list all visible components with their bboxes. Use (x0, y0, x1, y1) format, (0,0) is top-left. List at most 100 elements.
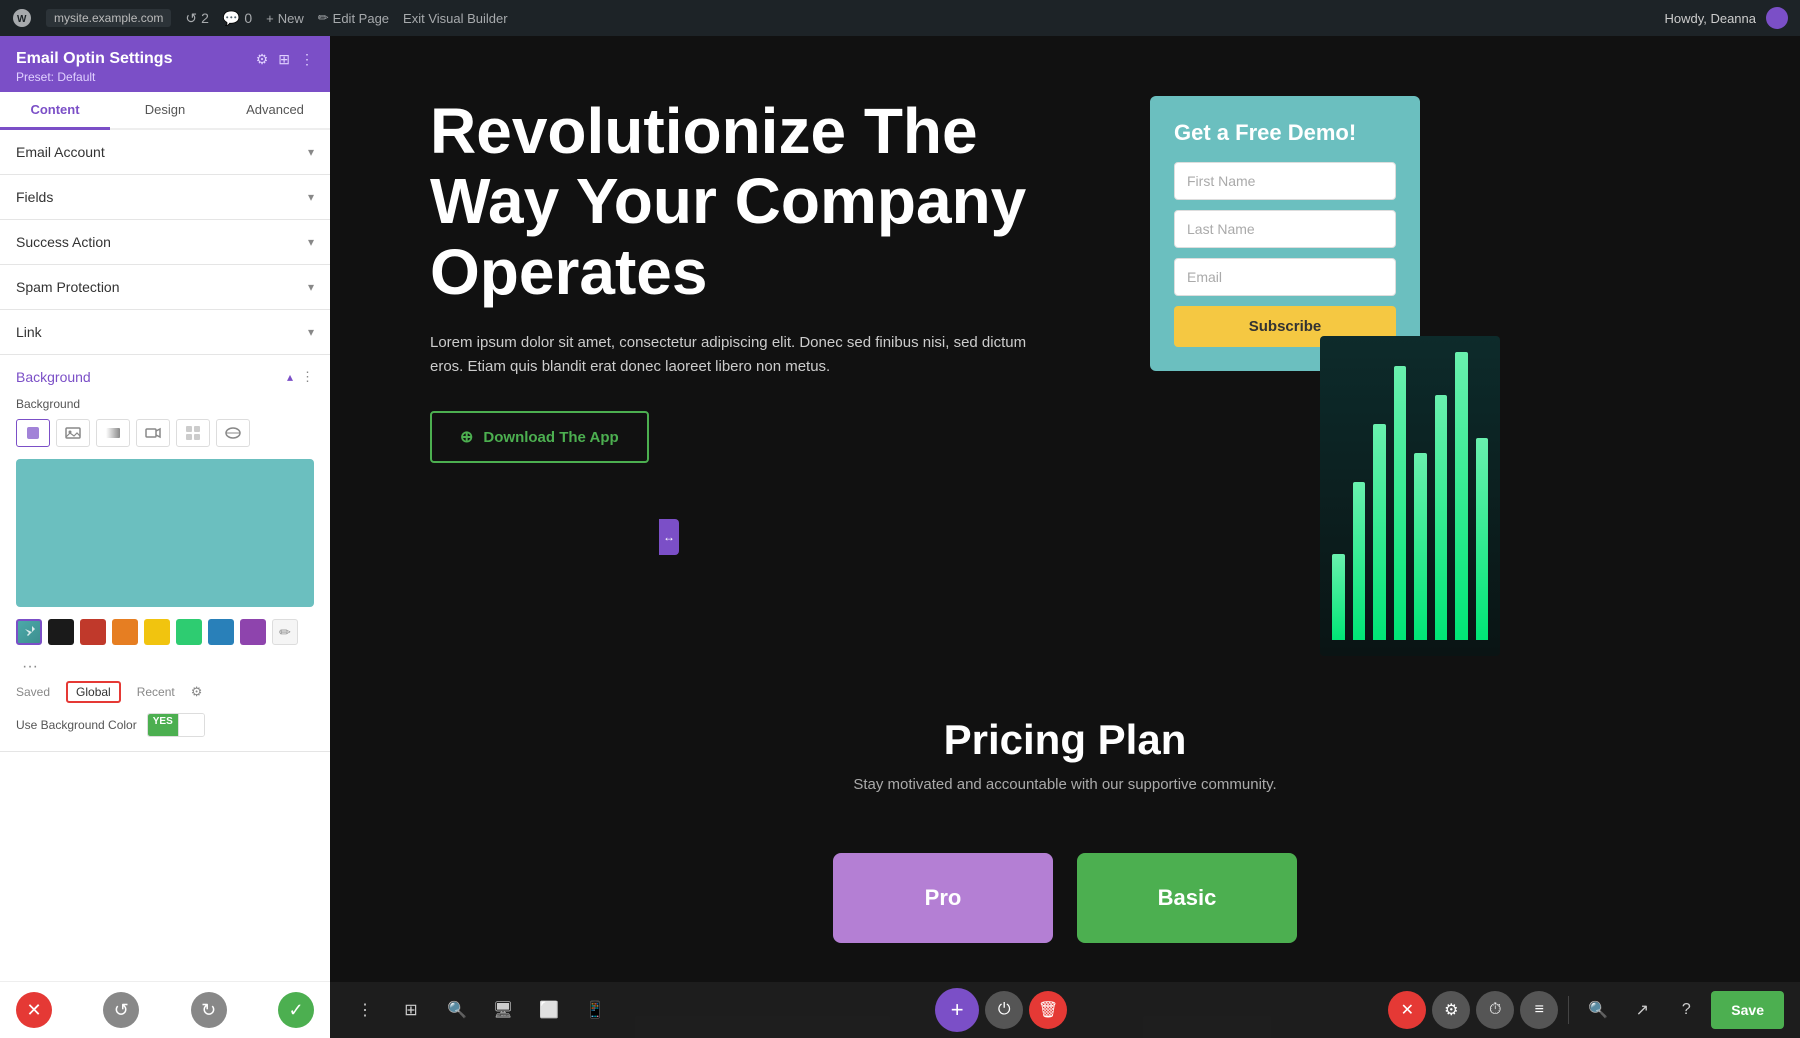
swatch-green[interactable] (176, 619, 202, 645)
bg-type-mask-icon[interactable] (216, 419, 250, 447)
video-icon (145, 425, 161, 441)
color-tabs: Saved Global Recent ⚙ (16, 681, 314, 703)
bg-type-color-icon[interactable] (16, 419, 50, 447)
main-layout: Email Optin Settings ⚙ ⊞ ⋮ Preset: Defau… (0, 36, 1800, 1038)
section-spam-protection: Spam Protection ▾ (0, 265, 330, 310)
color-more-button[interactable]: ··· (16, 653, 44, 681)
use-bg-color-toggle[interactable]: YES (147, 713, 205, 737)
svg-text:W: W (17, 14, 27, 25)
exit-builder-label: Exit Visual Builder (403, 11, 508, 26)
undo-panel-button[interactable]: ↺ (103, 992, 139, 1028)
hero-button-label: Download The App (483, 429, 618, 446)
tab-advanced[interactable]: Advanced (220, 92, 330, 130)
hero-title: Revolutionize The Way Your Company Opera… (430, 96, 1110, 307)
section-email-account-header[interactable]: Email Account ▾ (16, 144, 314, 160)
toolbar-dots-button[interactable]: ⋮ (346, 991, 384, 1029)
color-settings-icon[interactable]: ⚙ (191, 684, 203, 700)
toolbar-layers-button[interactable]: ≡ (1520, 991, 1558, 1029)
first-name-input[interactable] (1174, 162, 1396, 200)
color-tab-saved[interactable]: Saved (16, 685, 50, 699)
search-icon: 🔍 (447, 1000, 467, 1020)
toolbar-trash-button[interactable]: 🗑 (1029, 991, 1067, 1029)
mask-icon (225, 425, 241, 441)
last-name-input[interactable] (1174, 210, 1396, 248)
chart-bar-5 (1414, 453, 1427, 640)
toggle-color-swatch[interactable] (178, 714, 204, 736)
section-link-header[interactable]: Link ▾ (16, 324, 314, 340)
toolbar-history-button[interactable]: ⏱ (1476, 991, 1514, 1029)
email-input[interactable] (1174, 258, 1396, 296)
swatch-black[interactable] (48, 619, 74, 645)
panel-more-icon[interactable]: ⋮ (300, 51, 314, 68)
right-area: ↔ Revolutionize The Way Your Company Ope… (330, 36, 1800, 1038)
custom-color-icon[interactable]: ✏ (272, 619, 298, 645)
builder-toolbar: ⋮ ⊞ 🔍 🖥 ⬜ 📱 + (330, 982, 1800, 1038)
bg-type-gradient-icon[interactable] (96, 419, 130, 447)
bg-type-icons (16, 419, 314, 447)
eyedropper-icon[interactable] (16, 619, 42, 645)
toolbar-desktop-button[interactable]: 🖥 (484, 991, 522, 1029)
left-panel: Email Optin Settings ⚙ ⊞ ⋮ Preset: Defau… (0, 36, 330, 1038)
color-tab-global[interactable]: Global (66, 681, 121, 703)
toolbar-search-button[interactable]: 🔍 (438, 991, 476, 1029)
chevron-fields: ▾ (308, 190, 314, 204)
section-success-action-header[interactable]: Success Action ▾ (16, 234, 314, 250)
section-spam-protection-header[interactable]: Spam Protection ▾ (16, 279, 314, 295)
toolbar-settings-button[interactable]: ⚙ (1432, 991, 1470, 1029)
toolbar-left: ⋮ ⊞ 🔍 🖥 ⬜ 📱 (346, 991, 614, 1029)
swatch-yellow[interactable] (144, 619, 170, 645)
swatch-purple[interactable] (240, 619, 266, 645)
canvas: Revolutionize The Way Your Company Opera… (330, 36, 1800, 982)
panel-layout-icon[interactable]: ⊞ (278, 51, 290, 68)
section-fields-header[interactable]: Fields ▾ (16, 189, 314, 205)
chevron-background[interactable]: ▴ (287, 370, 293, 384)
tab-content[interactable]: Content (0, 92, 110, 130)
bg-type-image-icon[interactable] (56, 419, 90, 447)
confirm-panel-button[interactable]: ✓ (278, 992, 314, 1028)
toolbar-power-button[interactable]: ⏻ (985, 991, 1023, 1029)
hero-download-button[interactable]: ⊕ Download The App (430, 411, 649, 463)
use-bg-color-row: Use Background Color YES (16, 713, 314, 737)
comments-button[interactable]: 💬 0 (223, 10, 252, 27)
toolbar-close-button[interactable]: ✕ (1388, 991, 1426, 1029)
chart-bar-1 (1332, 554, 1345, 640)
color-preview[interactable] (16, 459, 314, 607)
toolbar-help-button[interactable]: ? (1667, 991, 1705, 1029)
panel-title-text: Email Optin Settings (16, 50, 172, 68)
toolbar-tablet-button[interactable]: ⬜ (530, 991, 568, 1029)
toolbar-save-button[interactable]: Save (1711, 991, 1784, 1029)
swatch-blue[interactable] (208, 619, 234, 645)
undo-button[interactable]: ↺ 2 (185, 10, 209, 27)
bg-type-pattern-icon[interactable] (176, 419, 210, 447)
swatch-orange[interactable] (112, 619, 138, 645)
avatar (1766, 7, 1788, 29)
panel-toggle-arrow[interactable]: ↔ (659, 519, 679, 555)
toolbar-grid-button[interactable]: ⊞ (392, 991, 430, 1029)
panel-settings-icon[interactable]: ⚙ (256, 51, 269, 68)
panel-content: Email Account ▾ Fields ▾ Success Action … (0, 130, 330, 981)
toolbar-add-button[interactable]: + (935, 988, 979, 1032)
pricing-card-basic: Basic (1077, 853, 1297, 943)
chevron-link: ▾ (308, 325, 314, 339)
trash-icon: 🗑 (1038, 1000, 1058, 1020)
edit-page-button[interactable]: ✏ Edit Page (318, 10, 389, 26)
close-panel-button[interactable]: ✕ (16, 992, 52, 1028)
section-link-label: Link (16, 324, 42, 340)
swatch-red[interactable] (80, 619, 106, 645)
color-tab-recent[interactable]: Recent (137, 685, 175, 699)
redo-panel-button[interactable]: ↻ (191, 992, 227, 1028)
toolbar-share-button[interactable]: ↗ (1623, 991, 1661, 1029)
history-icon: ⏱ (1489, 1001, 1501, 1019)
section-email-account-label: Email Account (16, 144, 105, 160)
pricing-card-pro-title: Pro (853, 885, 1033, 911)
exit-builder-button[interactable]: Exit Visual Builder (403, 11, 508, 26)
pricing-card-pro: Pro (833, 853, 1053, 943)
new-post-button[interactable]: + New (266, 11, 304, 26)
toolbar-mobile-button[interactable]: 📱 (576, 991, 614, 1029)
tab-design[interactable]: Design (110, 92, 220, 130)
bg-type-video-icon[interactable] (136, 419, 170, 447)
toolbar-zoom-button[interactable]: 🔍 (1579, 991, 1617, 1029)
bg-section-menu-icon[interactable]: ⋮ (301, 369, 314, 385)
hero-content: Revolutionize The Way Your Company Opera… (430, 96, 1110, 463)
wp-logo-button[interactable]: W (12, 8, 32, 28)
